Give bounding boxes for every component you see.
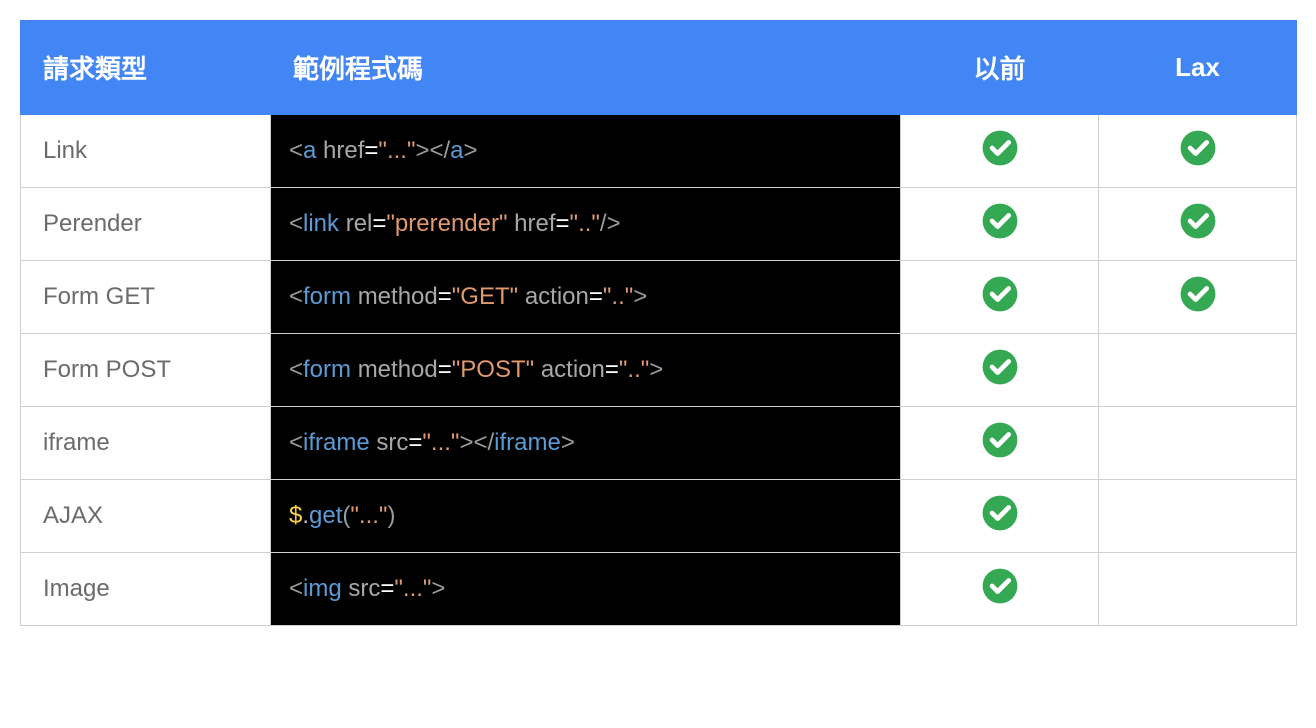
samesite-comparison-table: 請求類型 範例程式碼 以前 Lax Link<a href="..."></a>… (20, 20, 1297, 626)
lax-status-cell (1099, 334, 1297, 407)
table-row: Link<a href="..."></a> (21, 115, 1297, 188)
check-icon (981, 129, 1019, 167)
code-snippet: <link rel="prerender" href=".."/> (271, 188, 900, 260)
header-before: 以前 (901, 21, 1099, 115)
check-icon (1179, 202, 1217, 240)
table-header-row: 請求類型 範例程式碼 以前 Lax (21, 21, 1297, 115)
check-icon (981, 202, 1019, 240)
check-icon (981, 275, 1019, 313)
table-row: Image<img src="..."> (21, 553, 1297, 626)
before-status-cell (901, 407, 1099, 480)
example-code-cell: $.get("...") (271, 480, 901, 553)
code-snippet: <form method="GET" action=".."> (271, 261, 900, 333)
lax-status-cell (1099, 261, 1297, 334)
table-body: Link<a href="..."></a>Perender<link rel=… (21, 115, 1297, 626)
request-type-cell: Form POST (21, 334, 271, 407)
check-icon (981, 494, 1019, 532)
code-snippet: <img src="..."> (271, 553, 900, 625)
code-snippet: <a href="..."></a> (271, 115, 900, 187)
example-code-cell: <iframe src="..."></iframe> (271, 407, 901, 480)
check-icon (981, 421, 1019, 459)
header-request-type: 請求類型 (21, 21, 271, 115)
request-type-cell: Perender (21, 188, 271, 261)
before-status-cell (901, 480, 1099, 553)
example-code-cell: <a href="..."></a> (271, 115, 901, 188)
before-status-cell (901, 261, 1099, 334)
code-snippet: $.get("...") (271, 480, 900, 552)
code-snippet: <form method="POST" action=".."> (271, 334, 900, 406)
before-status-cell (901, 115, 1099, 188)
table-row: Perender<link rel="prerender" href=".."/… (21, 188, 1297, 261)
table-row: AJAX$.get("...") (21, 480, 1297, 553)
request-type-cell: Image (21, 553, 271, 626)
check-icon (1179, 275, 1217, 313)
example-code-cell: <form method="POST" action=".."> (271, 334, 901, 407)
lax-status-cell (1099, 188, 1297, 261)
code-snippet: <iframe src="..."></iframe> (271, 407, 900, 479)
check-icon (1179, 129, 1217, 167)
example-code-cell: <img src="..."> (271, 553, 901, 626)
example-code-cell: <form method="GET" action=".."> (271, 261, 901, 334)
lax-status-cell (1099, 115, 1297, 188)
request-type-cell: Link (21, 115, 271, 188)
request-type-cell: Form GET (21, 261, 271, 334)
request-type-cell: AJAX (21, 480, 271, 553)
before-status-cell (901, 188, 1099, 261)
before-status-cell (901, 553, 1099, 626)
before-status-cell (901, 334, 1099, 407)
check-icon (981, 348, 1019, 386)
lax-status-cell (1099, 480, 1297, 553)
table-row: iframe<iframe src="..."></iframe> (21, 407, 1297, 480)
request-type-cell: iframe (21, 407, 271, 480)
table-row: Form POST<form method="POST" action=".."… (21, 334, 1297, 407)
check-icon (981, 567, 1019, 605)
header-example-code: 範例程式碼 (271, 21, 901, 115)
table-row: Form GET<form method="GET" action=".."> (21, 261, 1297, 334)
example-code-cell: <link rel="prerender" href=".."/> (271, 188, 901, 261)
header-lax: Lax (1099, 21, 1297, 115)
lax-status-cell (1099, 407, 1297, 480)
lax-status-cell (1099, 553, 1297, 626)
